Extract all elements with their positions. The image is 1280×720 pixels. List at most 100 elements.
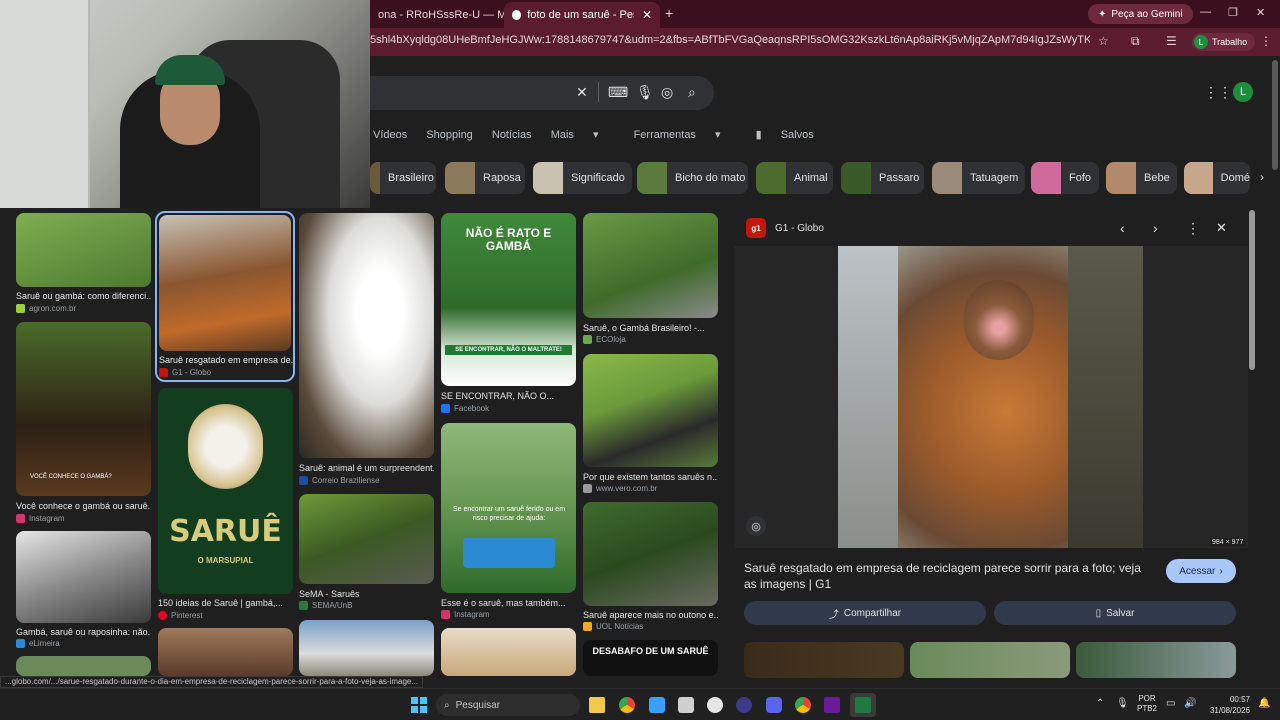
chip-tatuagem[interactable]: Tatuagem xyxy=(932,162,1025,194)
language-indicator[interactable]: POR PTB2 xyxy=(1137,694,1157,714)
result-caption[interactable]: Você conhece o gambá ou saruê... xyxy=(16,501,151,511)
close-icon[interactable]: ✕ xyxy=(642,8,652,22)
close-window-icon[interactable]: ✕ xyxy=(1256,6,1265,19)
result-source[interactable]: UOL Notícias xyxy=(583,622,643,631)
apps-icon[interactable]: ⋮⋮ xyxy=(1204,84,1232,101)
app-icon[interactable] xyxy=(649,697,665,713)
result-caption[interactable]: SeMA - Saruês xyxy=(299,589,434,599)
preview-image[interactable] xyxy=(838,246,1143,548)
result-caption[interactable]: SE ENCONTRAR, NÃO O... xyxy=(441,391,576,401)
clock[interactable]: 00:57 31/08/2026 xyxy=(1202,694,1250,716)
result-image[interactable]: SARUÊ O MARSUPIAL xyxy=(158,388,293,594)
result-image[interactable] xyxy=(583,502,718,606)
tab-videos[interactable]: Vídeos xyxy=(373,129,407,141)
result-image[interactable] xyxy=(583,213,718,318)
result-source[interactable]: www.vero.com.br xyxy=(583,484,657,493)
more-options-icon[interactable]: ⋮ xyxy=(1186,220,1200,237)
result-source[interactable]: Instagram xyxy=(16,514,65,523)
chevron-left-icon[interactable]: ‹ xyxy=(1120,220,1125,236)
share-button[interactable]: ⤴ Compartilhar xyxy=(744,601,986,625)
result-item-selected[interactable]: Saruê resgatado em empresa de... G1 - Gl… xyxy=(155,211,295,382)
result-caption[interactable]: Saruê aparece mais no outono e... xyxy=(583,610,718,620)
result-image[interactable] xyxy=(158,628,293,676)
result-image[interactable] xyxy=(159,215,291,351)
app-icon[interactable] xyxy=(678,697,694,713)
result-image[interactable] xyxy=(16,531,151,623)
result-caption[interactable]: Gambá, saruê ou raposinha: não... xyxy=(16,627,151,637)
result-source[interactable]: G1 - Globo xyxy=(159,368,211,377)
chevron-right-icon[interactable]: › xyxy=(1153,220,1158,236)
chip-significado[interactable]: Significado xyxy=(533,162,632,194)
result-source[interactable]: Facebook xyxy=(441,404,489,413)
notification-icon[interactable]: 🔔 xyxy=(1258,698,1270,709)
chrome-icon[interactable] xyxy=(795,697,811,713)
tab-multistream[interactable]: ona - RRoHSssRe-U — Multist ✕ xyxy=(370,2,504,28)
new-tab-button[interactable]: + xyxy=(665,5,673,21)
volume-icon[interactable]: 🔊 xyxy=(1184,698,1196,709)
mic-icon[interactable]: 🎙 xyxy=(636,84,654,101)
result-source[interactable]: SEMA/UnB xyxy=(299,601,352,610)
result-caption[interactable]: Saruê: animal é um surpreendent... xyxy=(299,463,434,473)
app-icon[interactable] xyxy=(824,697,840,713)
chip-fofo[interactable]: Fofo xyxy=(1031,162,1099,194)
chip-bebe[interactable]: Bebe xyxy=(1106,162,1177,194)
save-button[interactable]: ▯ Salvar xyxy=(994,601,1236,625)
related-image[interactable] xyxy=(1076,642,1236,678)
result-caption[interactable]: Saruê resgatado em empresa de... xyxy=(159,355,293,365)
lens-search-icon[interactable]: ◎ xyxy=(746,516,766,536)
saved-button[interactable]: ▮ Salvos xyxy=(756,129,830,141)
close-icon[interactable]: ✕ xyxy=(1216,220,1227,236)
result-source[interactable]: Instagram xyxy=(441,610,490,619)
tools-button[interactable]: Ferramentas ▾ xyxy=(634,129,737,141)
chevron-up-icon[interactable]: ⌃ xyxy=(1096,698,1104,709)
result-source[interactable]: Pinterest xyxy=(158,611,203,620)
chevron-right-icon[interactable]: › xyxy=(1260,170,1264,184)
profile-button[interactable]: L Trabalho xyxy=(1192,33,1256,51)
result-image[interactable] xyxy=(299,620,434,676)
result-image[interactable] xyxy=(583,354,718,467)
result-source[interactable]: Correio Braziliense xyxy=(299,476,380,485)
gemini-button[interactable]: ✦ Peça ao Gemini xyxy=(1088,4,1193,24)
chip-brasileiro[interactable]: Brasileiro xyxy=(370,162,436,194)
mic-icon[interactable]: 🎙 xyxy=(1116,698,1129,709)
reading-list-icon[interactable]: ☰ xyxy=(1166,34,1177,48)
result-caption[interactable]: 150 ideias de Saruê | gambá,... xyxy=(158,598,293,608)
panel-title[interactable]: Saruê resgatado em empresa de reciclagem… xyxy=(744,560,1154,592)
result-source[interactable]: ECOloja xyxy=(583,335,626,344)
obs-icon[interactable] xyxy=(707,697,723,713)
result-caption[interactable]: Saruê, o Gambá Brasileiro! -... xyxy=(583,323,718,333)
chip-bicho-do-mato[interactable]: Bicho do mato xyxy=(637,162,748,194)
result-image[interactable] xyxy=(16,656,151,676)
result-source[interactable]: agron.com.br xyxy=(16,304,76,313)
page-scrollbar-thumb[interactable] xyxy=(1272,60,1278,170)
result-caption[interactable]: Esse é o saruê, mas também... xyxy=(441,598,576,608)
taskbar-search[interactable]: ⌕ Pesquisar xyxy=(436,694,580,716)
active-app[interactable] xyxy=(850,693,876,717)
discord-icon[interactable] xyxy=(766,697,782,713)
url-field[interactable]: 5shl4bXyqldg08UHeBmfJeHGJWw:178814867974… xyxy=(370,34,1090,50)
result-caption[interactable]: Por que existem tantos saruês n... xyxy=(583,472,718,482)
tab-shopping[interactable]: Shopping xyxy=(426,129,473,141)
chip-domestico[interactable]: Domé xyxy=(1184,162,1250,194)
panel-scrollbar[interactable] xyxy=(1249,210,1255,670)
result-image[interactable] xyxy=(441,628,576,676)
app-icon[interactable] xyxy=(736,697,752,713)
tab-more[interactable]: Mais ▾ xyxy=(551,129,615,141)
extensions-icon[interactable]: ⧉ xyxy=(1131,34,1140,49)
menu-icon[interactable]: ⋮ xyxy=(1260,34,1272,48)
network-icon[interactable]: ▭ xyxy=(1166,698,1175,709)
panel-source[interactable]: G1 - Globo xyxy=(775,223,824,234)
result-image[interactable]: NÃO É RATO E GAMBÁ SE ENCONTRAR, NÃO O M… xyxy=(441,213,576,386)
related-image[interactable] xyxy=(744,642,904,678)
windows-start-icon[interactable] xyxy=(411,697,427,713)
result-image[interactable]: VOCÊ CONHECE O GAMBÁ? xyxy=(16,322,151,496)
tab-news[interactable]: Notícias xyxy=(492,129,532,141)
result-image[interactable] xyxy=(299,494,434,584)
chrome-icon[interactable] xyxy=(619,697,635,713)
result-image[interactable] xyxy=(16,213,151,287)
search-icon[interactable]: ⌕ xyxy=(688,84,696,101)
result-image[interactable] xyxy=(299,213,434,458)
file-explorer-icon[interactable] xyxy=(589,697,605,713)
visit-button[interactable]: Acessar › xyxy=(1166,559,1236,583)
result-caption[interactable]: Saruê ou gambá: como diferenci... xyxy=(16,291,151,301)
